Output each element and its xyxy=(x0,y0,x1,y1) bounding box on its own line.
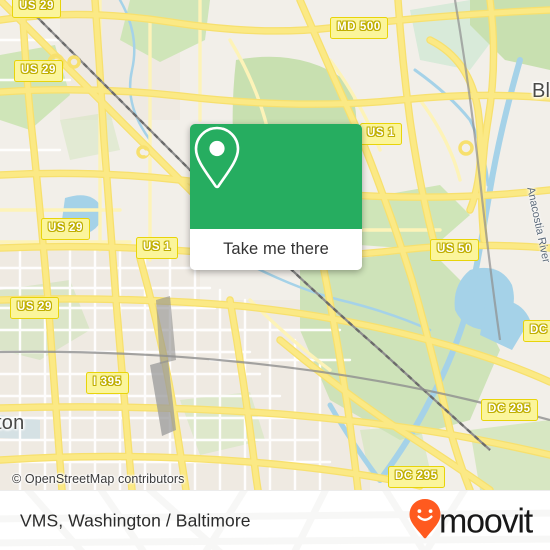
map-canvas[interactable]: .land{fill:#f2efe9} .park{fill:#cfe5b8} … xyxy=(0,0,550,490)
destination-popup-card[interactable]: Take me there xyxy=(190,124,362,270)
highway-shield: US 29 xyxy=(10,297,59,319)
highway-shield: I 395 xyxy=(86,372,129,394)
footer-bar: VMS, Washington / Baltimore moovit xyxy=(0,490,550,550)
highway-shield: MD 500 xyxy=(330,17,388,39)
moovit-logo[interactable]: moovit xyxy=(408,498,533,545)
highway-shield: DC 2 xyxy=(523,320,550,342)
popup-icon-area xyxy=(190,124,362,229)
moovit-wordmark: moovit xyxy=(439,502,533,540)
footer-title: VMS, Washington / Baltimore xyxy=(20,510,251,531)
highway-shield: US 1 xyxy=(360,123,402,145)
highway-shield: DC 295 xyxy=(481,399,538,421)
highway-shield: US 29 xyxy=(14,60,63,82)
moovit-map-screenshot: .land{fill:#f2efe9} .park{fill:#cfe5b8} … xyxy=(0,0,550,550)
highway-shield: US 1 xyxy=(136,237,178,259)
map-attribution: © OpenStreetMap contributors xyxy=(12,472,185,486)
highway-shield: US 29 xyxy=(12,0,61,18)
place-label: ton xyxy=(0,412,25,434)
highway-shield: US 50 xyxy=(430,239,479,261)
place-label: Bla xyxy=(532,80,550,102)
highway-shield: US 29 xyxy=(41,218,90,240)
moovit-smiley-pin-icon xyxy=(408,498,442,545)
take-me-there-button[interactable]: Take me there xyxy=(190,229,362,270)
highway-shield: DC 295 xyxy=(388,466,445,488)
take-me-there-label: Take me there xyxy=(223,240,329,258)
